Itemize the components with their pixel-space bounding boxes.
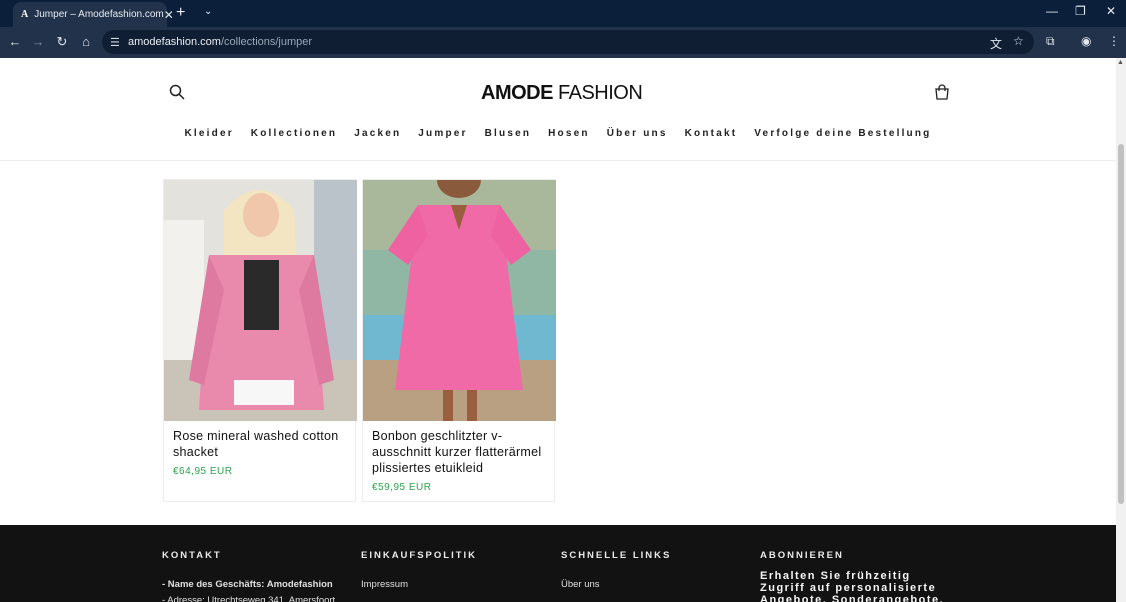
scrollbar-thumb[interactable] xyxy=(1118,144,1124,504)
webpage: AMODE FASHION Kleider Kollectionen Jacke… xyxy=(0,58,1116,602)
site-footer: KONTAKT - Name des Geschäfts: Amodefashi… xyxy=(0,525,1116,602)
footer-subscribe-text: Erhalten Sie frühzeitig Zugriff auf pers… xyxy=(760,570,945,602)
address-bar[interactable]: ☰ amodefashion.com/collections/jumper xyxy=(102,30,1034,54)
product-image[interactable] xyxy=(164,180,357,421)
home-icon[interactable]: ⌂ xyxy=(78,34,94,50)
tab-search-chevron-icon[interactable]: ⌄ xyxy=(204,6,212,17)
browser-tab[interactable]: A Jumper – Amodefashion.com ✕ xyxy=(13,2,174,27)
restore-icon[interactable]: ❐ xyxy=(1075,4,1086,18)
reload-icon[interactable]: ↻ xyxy=(54,34,70,50)
url-text: amodefashion.com/collections/jumper xyxy=(128,36,313,48)
cart-icon[interactable] xyxy=(934,84,950,100)
search-icon[interactable] xyxy=(169,84,185,100)
product-card[interactable]: Bonbon geschlitzter v-ausschnitt kurzer … xyxy=(362,179,556,502)
product-image[interactable] xyxy=(363,180,556,421)
footer-kontakt-lines: - Name des Geschäfts: Amodefashion - Adr… xyxy=(162,577,338,602)
forward-icon[interactable]: → xyxy=(30,34,46,50)
product-price: €59,95 EUR xyxy=(372,482,432,493)
tab-title: Jumper – Amodefashion.com xyxy=(34,9,164,20)
product-title[interactable]: Rose mineral washed cotton shacket xyxy=(173,428,351,460)
footer-heading-einkaufspolitik: EINKAUFSPOLITIK xyxy=(361,550,478,561)
footer-business-name: - Name des Geschäfts: Amodefashion xyxy=(162,579,333,590)
window-close-icon[interactable]: ✕ xyxy=(1106,4,1116,18)
nav-kontakt[interactable]: Kontakt xyxy=(685,128,738,139)
product-title[interactable]: Bonbon geschlitzter v-ausschnitt kurzer … xyxy=(372,428,550,476)
minimize-icon[interactable]: — xyxy=(1046,4,1058,18)
nav-ueber-uns[interactable]: Über uns xyxy=(607,128,668,139)
footer-heading-schnelle-links: SCHNELLE LINKS xyxy=(561,550,672,561)
footer-link-impressum[interactable]: Impressum xyxy=(361,577,408,593)
nav-jumper[interactable]: Jumper xyxy=(418,128,467,139)
site-header: AMODE FASHION Kleider Kollectionen Jacke… xyxy=(0,58,1116,161)
main-navigation: Kleider Kollectionen Jacken Jumper Bluse… xyxy=(0,128,1116,139)
bookmark-star-icon[interactable]: ☆ xyxy=(1013,34,1024,48)
footer-heading-abonnieren: ABONNIEREN xyxy=(760,550,844,561)
back-icon[interactable]: ← xyxy=(7,34,23,50)
nav-kollectionen[interactable]: Kollectionen xyxy=(251,128,337,139)
nav-bestellung-verfolgen[interactable]: Verfolge deine Bestellung xyxy=(754,128,931,139)
nav-hosen[interactable]: Hosen xyxy=(548,128,590,139)
browser-tabbar: A Jumper – Amodefashion.com ✕ + ⌄ — ❐ ✕ xyxy=(0,0,1126,27)
page-scrollbar[interactable]: ▲ xyxy=(1116,58,1126,602)
nav-kleider[interactable]: Kleider xyxy=(185,128,234,139)
translate-icon[interactable]: 文 xyxy=(990,35,1002,52)
extensions-icon[interactable]: ⧉ xyxy=(1046,34,1055,49)
footer-link-ueber-uns[interactable]: Über uns xyxy=(561,577,600,593)
scroll-up-icon[interactable]: ▲ xyxy=(1117,59,1124,66)
footer-heading-kontakt: KONTAKT xyxy=(162,550,222,561)
site-info-icon[interactable]: ☰ xyxy=(110,36,124,49)
tab-close-icon[interactable]: ✕ xyxy=(164,8,174,22)
new-tab-icon[interactable]: + xyxy=(176,5,185,21)
browser-menu-icon[interactable]: ⋮ xyxy=(1108,34,1120,48)
browser-toolbar: ← → ↻ ⌂ ☰ amodefashion.com/collections/j… xyxy=(0,27,1126,58)
profile-icon[interactable]: ◉ xyxy=(1081,34,1091,48)
site-favicon-icon: A xyxy=(21,8,29,20)
site-logo[interactable]: AMODE FASHION xyxy=(481,82,643,105)
product-card[interactable]: Rose mineral washed cotton shacket €64,9… xyxy=(163,179,357,502)
footer-address: - Adresse: Utrechtseweg 341, Amersfoort, xyxy=(162,595,338,602)
product-price: €64,95 EUR xyxy=(173,466,233,477)
nav-jacken[interactable]: Jacken xyxy=(354,128,401,139)
nav-blusen[interactable]: Blusen xyxy=(485,128,532,139)
